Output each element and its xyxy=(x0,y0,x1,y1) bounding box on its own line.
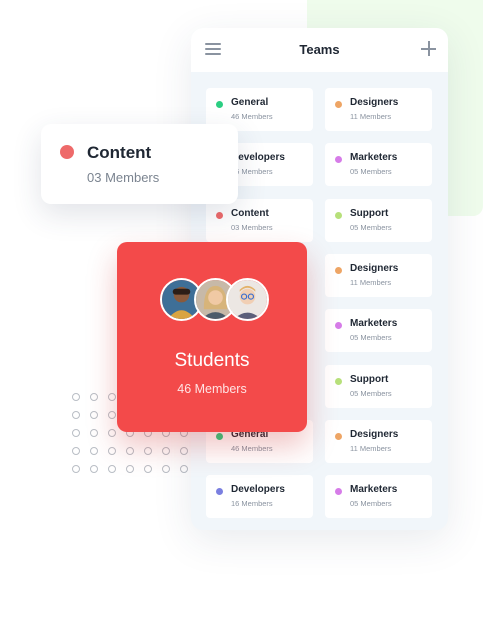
decorative-dot xyxy=(72,465,80,473)
decorative-dot xyxy=(108,411,116,419)
team-members: 46 Members xyxy=(231,444,273,453)
decorative-dot xyxy=(180,465,188,473)
team-color-dot xyxy=(335,101,342,108)
team-color-dot xyxy=(216,488,223,495)
team-card[interactable]: Marketers 05 Members xyxy=(325,309,432,352)
team-name: Marketers xyxy=(350,152,398,163)
decorative-dot xyxy=(144,447,152,455)
team-members: 05 Members xyxy=(350,167,392,176)
team-card[interactable]: Support 05 Members xyxy=(325,365,432,408)
team-members: 11 Members xyxy=(350,112,392,121)
team-card[interactable]: Support 05 Members xyxy=(325,199,432,242)
team-color-dot xyxy=(335,433,342,440)
team-name: Support xyxy=(350,208,389,219)
team-members: 11 Members xyxy=(350,444,392,453)
featured-team-members: 03 Members xyxy=(87,170,160,185)
decorative-dot xyxy=(72,429,80,437)
team-color-dot xyxy=(216,101,223,108)
team-color-dot xyxy=(60,145,74,159)
team-color-dot xyxy=(335,488,342,495)
featured-team-card-students[interactable]: Students 46 Members xyxy=(117,242,307,432)
featured-team-name: Students xyxy=(174,350,250,371)
decorative-dot xyxy=(144,465,152,473)
team-name: Marketers xyxy=(350,484,398,495)
avatar xyxy=(226,278,269,321)
team-card[interactable]: Designers 11 Members xyxy=(325,254,432,297)
team-color-dot xyxy=(216,212,223,219)
decorative-dot xyxy=(90,411,98,419)
team-name: General xyxy=(231,97,269,108)
team-members: 05 Members xyxy=(350,499,392,508)
decorative-dot xyxy=(72,447,80,455)
featured-team-name: Content xyxy=(87,143,152,162)
team-card[interactable]: Designers 11 Members xyxy=(325,88,432,131)
team-name: Content xyxy=(231,208,269,219)
decorative-dot xyxy=(180,447,188,455)
decorative-dot xyxy=(90,465,98,473)
decorative-dot xyxy=(72,411,80,419)
team-members: 05 Members xyxy=(350,333,392,342)
team-card[interactable]: Developers 16 Members xyxy=(206,475,313,518)
decorative-dot xyxy=(90,393,98,401)
team-name: Marketers xyxy=(350,318,398,329)
decorative-dot xyxy=(90,447,98,455)
team-color-dot xyxy=(335,322,342,329)
decorative-dot xyxy=(90,429,98,437)
team-card[interactable]: Marketers 05 Members xyxy=(325,143,432,186)
decorative-dot xyxy=(108,393,116,401)
team-members: 05 Members xyxy=(350,389,392,398)
team-members: 16 Members xyxy=(231,499,273,508)
decorative-dot xyxy=(162,447,170,455)
decorative-dot xyxy=(108,447,116,455)
team-members: 46 Members xyxy=(231,112,273,121)
panel-title: Teams xyxy=(299,42,340,57)
team-name: Developers xyxy=(231,152,285,163)
team-card[interactable]: Content 03 Members xyxy=(206,199,313,242)
team-name: Support xyxy=(350,374,389,385)
team-members: 11 Members xyxy=(350,278,392,287)
team-color-dot xyxy=(335,267,342,274)
decorative-dot xyxy=(108,429,116,437)
avatar-group xyxy=(160,278,270,322)
team-color-dot xyxy=(335,212,342,219)
decorative-dot xyxy=(126,447,134,455)
decorative-dot xyxy=(126,465,134,473)
team-color-dot xyxy=(335,156,342,163)
team-card[interactable]: Marketers 05 Members xyxy=(325,475,432,518)
decorative-dot xyxy=(108,465,116,473)
team-name: Designers xyxy=(350,97,399,108)
decorative-dot xyxy=(162,465,170,473)
featured-team-card-content[interactable]: Content 03 Members xyxy=(41,124,238,204)
team-members: 05 Members xyxy=(350,223,392,232)
team-color-dot xyxy=(335,378,342,385)
team-name: Designers xyxy=(350,263,399,274)
plus-icon[interactable] xyxy=(421,41,436,56)
team-name: Designers xyxy=(350,429,399,440)
team-color-dot xyxy=(216,433,223,440)
team-members: 03 Members xyxy=(231,223,273,232)
team-name: Developers xyxy=(231,484,285,495)
team-card[interactable]: Designers 11 Members xyxy=(325,420,432,463)
decorative-dot xyxy=(72,393,80,401)
panel-header: Teams xyxy=(191,28,448,72)
featured-team-members: 46 Members xyxy=(177,382,247,396)
